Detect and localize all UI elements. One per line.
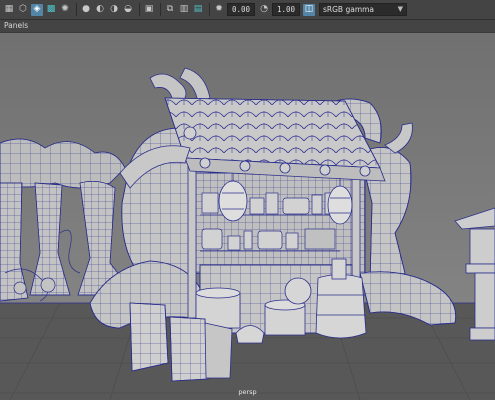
toolbar-separator (76, 3, 77, 16)
camera-label: persp (238, 388, 257, 396)
toolbar-separator (139, 3, 140, 16)
light-icon[interactable]: ✺ (59, 4, 71, 16)
aa-icon[interactable]: ▣ (143, 4, 155, 16)
exposure-icon[interactable]: ✹ (213, 4, 225, 16)
panel-menubar: Panels (0, 20, 495, 33)
3d-viewport[interactable]: persp (0, 33, 495, 400)
toolbar-separator (209, 3, 210, 16)
backface-icon[interactable]: ▤ (192, 4, 204, 16)
gamma-field[interactable]: 1.00 (272, 3, 300, 16)
panels-menu[interactable]: Panels (4, 21, 28, 30)
ao-icon[interactable]: ◒ (122, 4, 134, 16)
color-space-value: sRGB gamma (323, 5, 375, 14)
toolbar-separator (160, 3, 161, 16)
exposure-field[interactable]: 0.00 (227, 3, 255, 16)
chevron-down-icon: ▼ (397, 5, 403, 13)
colorspace-icon[interactable]: ◫ (303, 3, 315, 16)
color-space-dropdown[interactable]: sRGB gamma ▼ (319, 3, 407, 16)
viewport-canvas (0, 33, 495, 400)
xray-icon[interactable]: ▥ (178, 4, 190, 16)
cube-icon[interactable]: ⬡ (17, 4, 29, 16)
wireframe-shaded-icon[interactable]: ◈ (31, 3, 43, 16)
isolate-icon[interactable]: ⧉ (164, 4, 176, 16)
gamma-icon[interactable]: ◔ (258, 4, 270, 16)
sphere-icon[interactable]: ◐ (94, 4, 106, 16)
shadow-icon[interactable]: ◑ (108, 4, 120, 16)
grid-icon[interactable]: ▦ (3, 4, 15, 16)
viewport-toolbar: ▦ ⬡ ◈ ▩ ✺ ● ◐ ◑ ◒ ▣ ⧉ ▥ ▤ ✹ 0.00 ◔ 1.00 … (0, 0, 495, 20)
texture-icon[interactable]: ▩ (45, 4, 57, 16)
camera-icon[interactable]: ● (80, 4, 92, 16)
